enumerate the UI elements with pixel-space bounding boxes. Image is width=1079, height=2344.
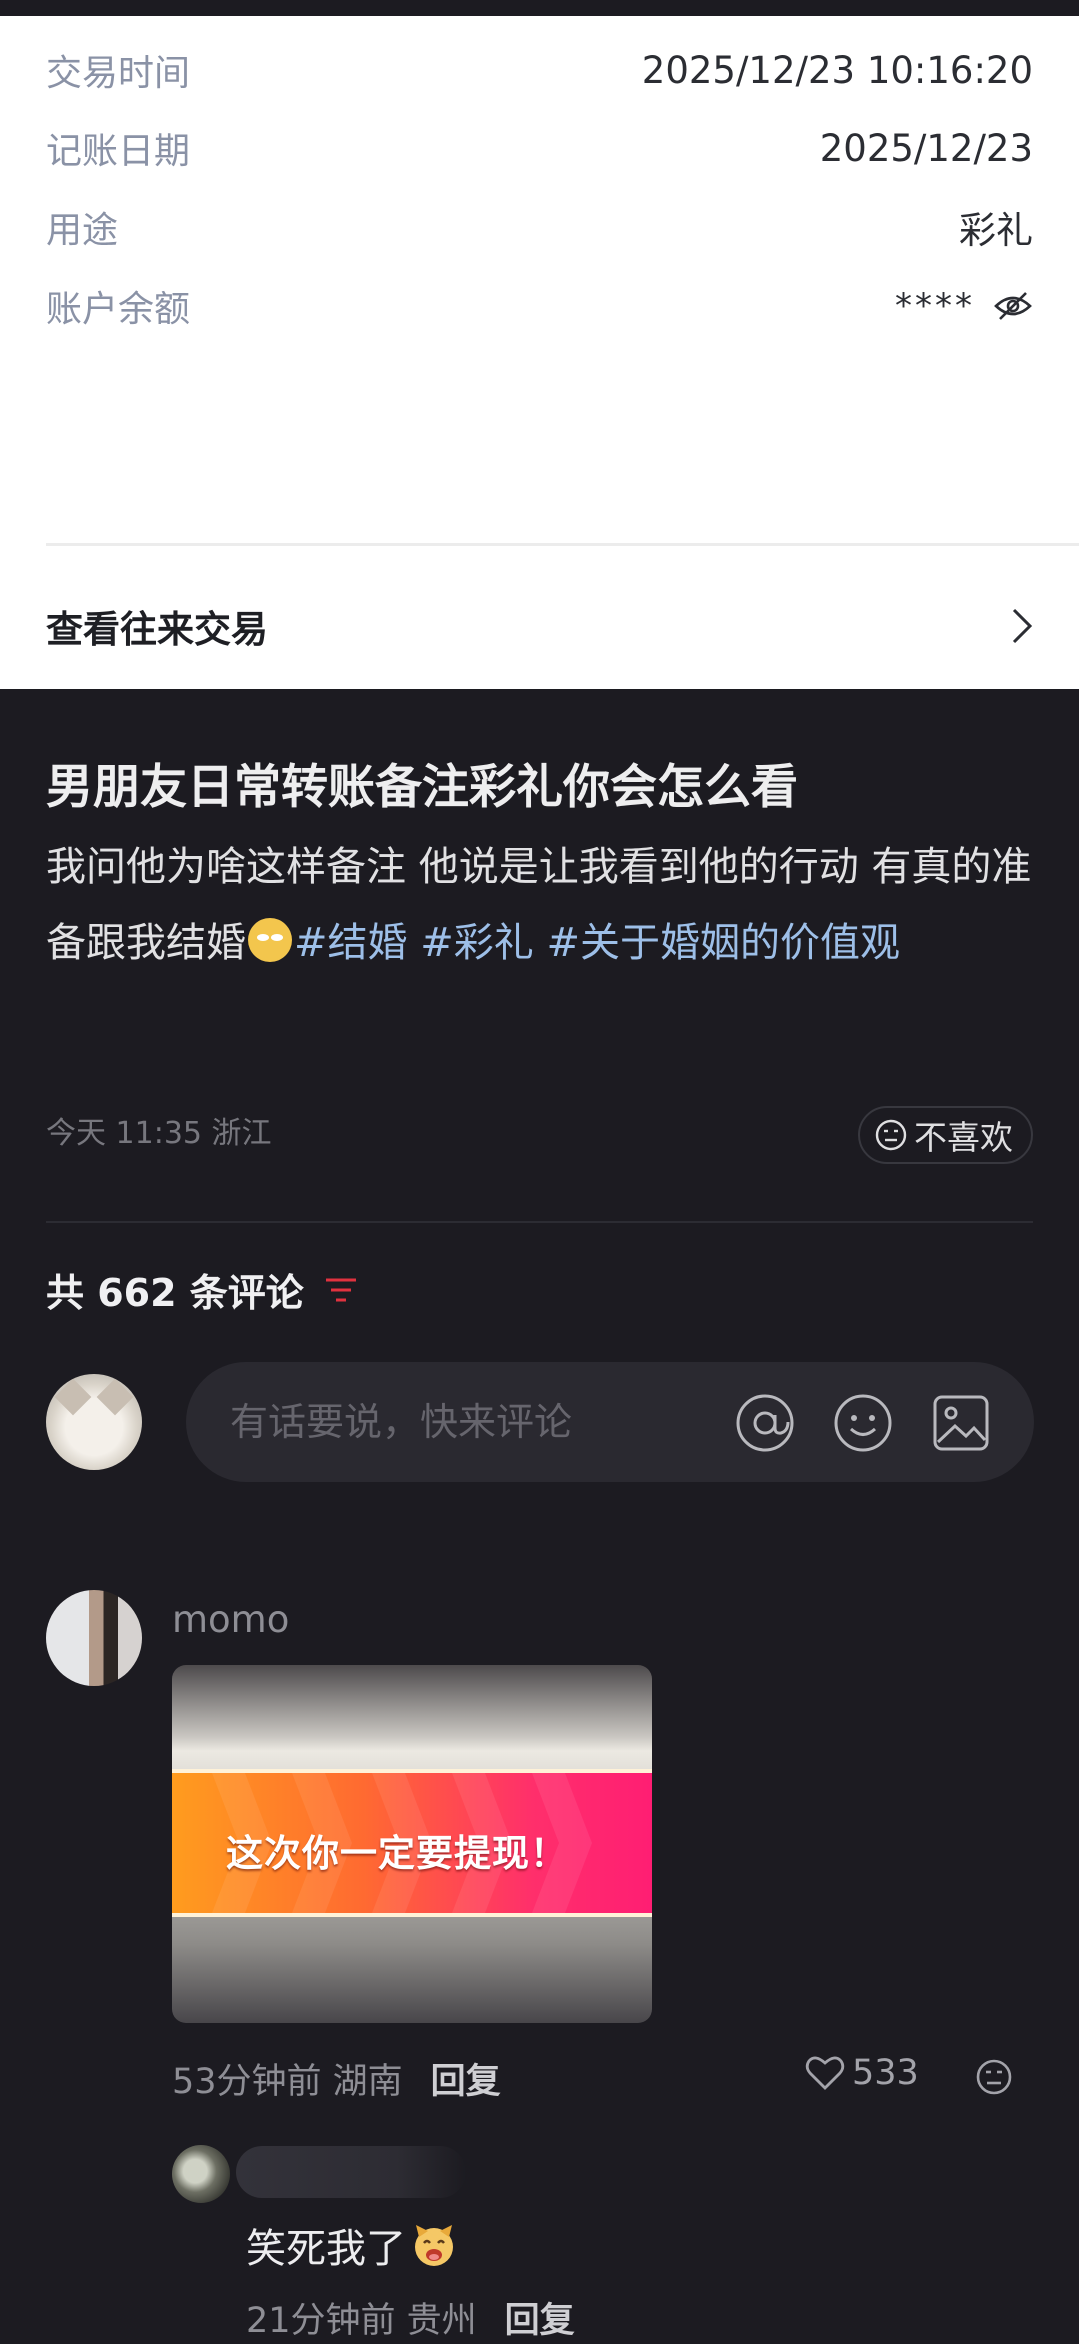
receipt-row-time: 交易时间 2025/12/23 10:16:20 [46,40,1033,100]
chevron-right-icon [1012,608,1033,644]
hashtag[interactable]: #彩礼 [420,920,534,966]
receipt-label: 交易时间 [46,53,191,94]
receipt-label: 用途 [46,210,119,251]
post: 男朋友日常转账备注彩礼你会怎么看 我问他为啥这样备注 他说是让我看到他的行动 有… [0,689,1079,2344]
post-title: 男朋友日常转账备注彩礼你会怎么看 [46,760,798,815]
receipt-value: 彩礼 [959,209,1033,252]
comment-count: 共 662 条评论 [46,1271,304,1315]
image-icon[interactable] [930,1392,992,1454]
view-transactions-link[interactable]: 查看往来交易 [46,596,1033,656]
receipt-label: 账户余额 [46,289,191,330]
commenter-avatar[interactable] [46,1590,142,1686]
comment-count-header: 共 662 条评论 [46,1262,358,1317]
at-icon[interactable] [734,1392,796,1454]
post-meta: 今天 11:35 浙江 [46,1116,272,1151]
sticker-text: 这次你一定要提现！ [226,1832,568,1875]
reply-avatar[interactable] [172,2145,230,2203]
sort-icon[interactable] [324,1276,358,1304]
meh-face-icon [875,1119,907,1151]
receipt-row-purpose: 用途 彩礼 [46,197,1033,257]
status-bar [0,0,1079,16]
like-button[interactable]: 533 [804,2053,919,2093]
dislike-face-icon[interactable] [974,2057,1014,2097]
emoji-icon[interactable] [832,1392,894,1454]
reply-username-blurred [236,2146,466,2198]
view-transactions-label: 查看往来交易 [46,608,268,651]
post-description: 我问他为啥这样备注 他说是让我看到他的行动 有真的准备跟我结婚 #结婚 #彩礼 #… [46,829,1046,981]
receipt-value: 2025/12/23 10:16:20 [641,48,1033,92]
heart-icon [805,2056,845,2090]
divider [46,543,1079,546]
receipt-row-date: 记账日期 2025/12/23 [46,118,1033,178]
comment-meta: 53分钟前 湖南 回复 [172,2053,501,2104]
reply-time-location: 21分钟前 贵州 [246,2301,477,2341]
masked-balance: **** [895,286,975,326]
comment-time-location: 53分钟前 湖南 [172,2062,403,2102]
transaction-receipt: 交易时间 2025/12/23 10:16:20 记账日期 2025/12/23… [0,16,1079,689]
hashtag[interactable]: #关于婚姻的价值观 [546,920,900,966]
receipt-value: 2025/12/23 [819,126,1033,170]
commenter-username[interactable]: momo [172,1598,289,1641]
comment-input[interactable] [230,1392,690,1452]
dislike-button[interactable]: 不喜欢 [858,1106,1033,1164]
current-user-avatar[interactable] [46,1374,142,1470]
comment-sticker-image[interactable]: 这次你一定要提现！ [172,1665,652,2023]
reply-button[interactable]: 回复 [505,2292,575,2343]
laughing-dog-emoji-icon [415,2225,453,2266]
divider [46,1221,1033,1223]
dislike-label: 不喜欢 [914,1118,1013,1157]
eye-off-icon[interactable] [993,290,1033,322]
reply-text: 笑死我了 [246,2226,406,2272]
hashtag[interactable]: #结婚 [294,920,408,966]
reply-meta: 21分钟前 贵州 回复 [246,2292,575,2343]
receipt-label: 记账日期 [46,131,191,172]
comment-input-box[interactable] [186,1362,1034,1482]
reply-content: 笑死我了 [246,2216,458,2274]
receipt-row-balance: 账户余额 **** [46,276,1033,336]
eye-roll-emoji-icon [248,918,292,962]
like-count: 533 [852,2053,919,2093]
reply-button[interactable]: 回复 [431,2053,501,2104]
